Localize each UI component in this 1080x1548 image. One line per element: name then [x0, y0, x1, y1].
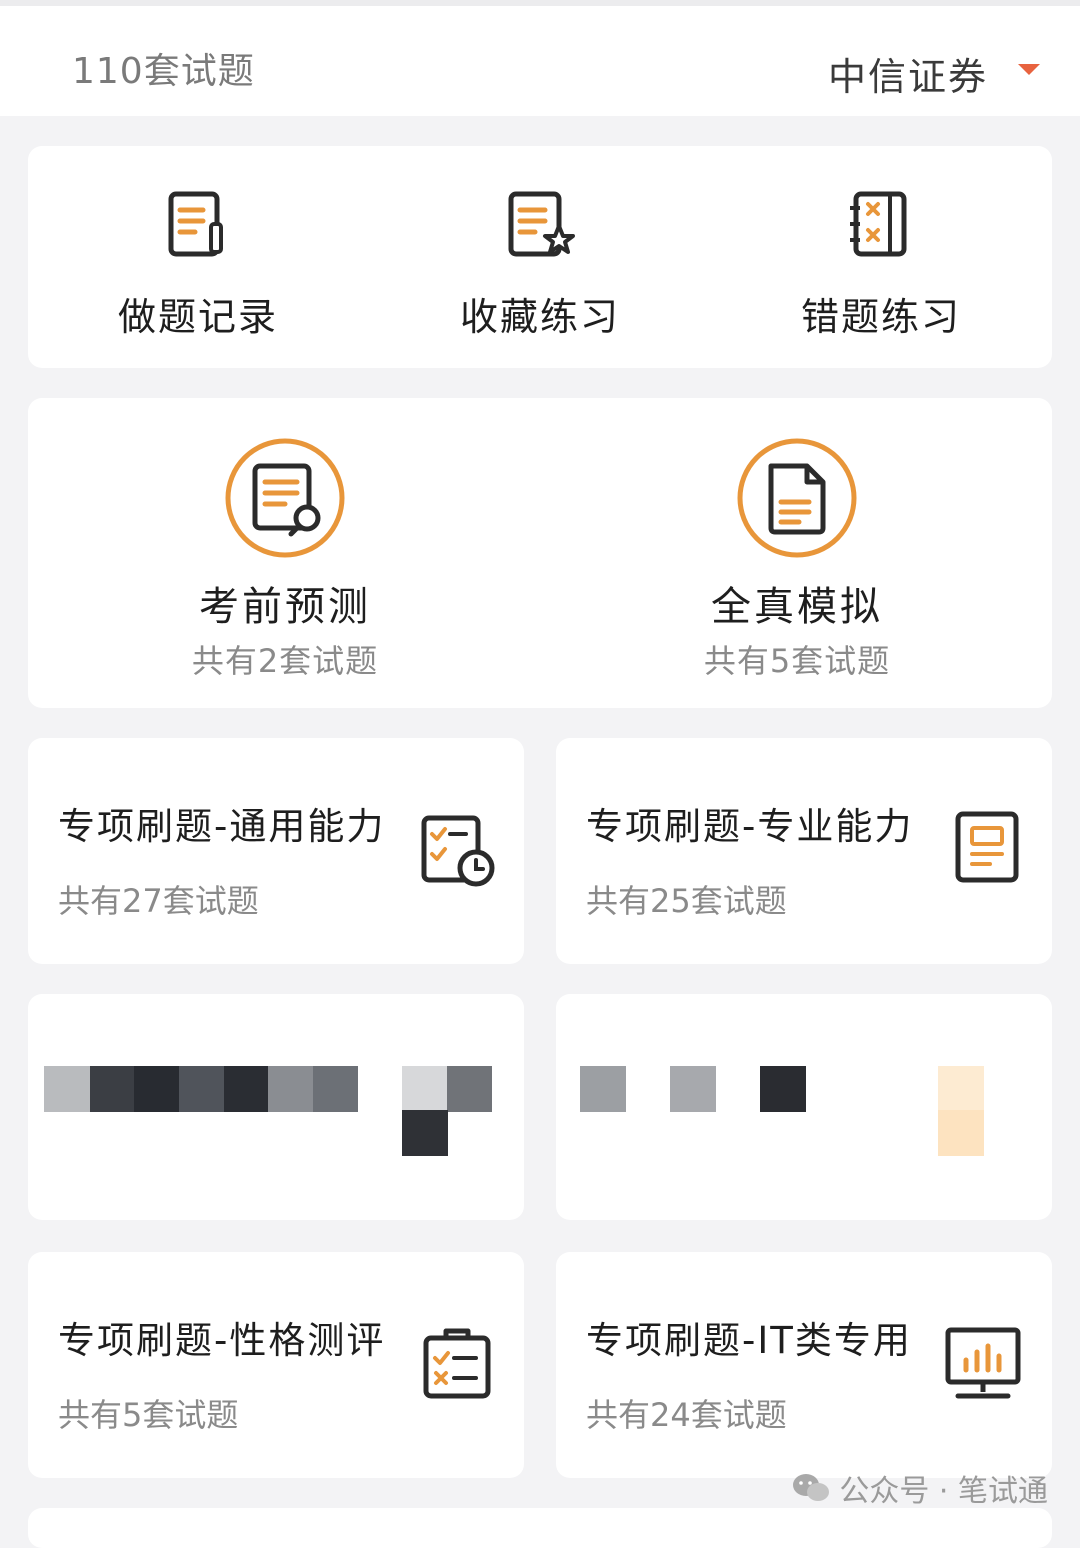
- tile-count: 共有27套试题: [58, 882, 259, 920]
- tile-general-ability[interactable]: 专项刷题-通用能力 共有27套试题: [28, 738, 524, 964]
- featured-count: 共有2套试题: [191, 642, 379, 680]
- tile-title: 专项刷题-性格测评: [58, 1319, 386, 1362]
- mosaic-block: [90, 1066, 136, 1112]
- next-card-peek: [28, 1508, 1052, 1548]
- tile-professional-ability[interactable]: 专项刷题-专业能力 共有25套试题: [556, 738, 1052, 964]
- watermark: 公众号 · 笔试通: [791, 1466, 1048, 1510]
- obscured-tile-left[interactable]: [28, 994, 524, 1220]
- tile-count: 共有25套试题: [586, 882, 787, 920]
- mosaic-block: [313, 1066, 358, 1112]
- dropdown-caret-icon[interactable]: [1018, 64, 1040, 75]
- tile-title: 专项刷题-专业能力: [586, 805, 914, 848]
- search-document-icon: [225, 438, 345, 558]
- mosaic-block: [134, 1066, 180, 1112]
- watermark-text: 公众号 · 笔试通: [839, 1474, 1048, 1509]
- favorite-icon: [508, 191, 575, 257]
- mosaic-block: [224, 1066, 270, 1112]
- featured-label: 考前预测: [199, 584, 371, 630]
- tool-label: 收藏练习: [459, 295, 620, 339]
- wrong-questions-icon: [850, 191, 907, 257]
- tile-title: 专项刷题-通用能力: [58, 805, 386, 848]
- clipboard-check-icon: [423, 1328, 491, 1399]
- featured-label: 全真模拟: [711, 584, 883, 630]
- mosaic-block: [447, 1066, 492, 1112]
- tools-card: 做题记录 收藏练习 错题练习: [28, 146, 1052, 368]
- top-bar: 110套试题 中信证券: [0, 0, 1080, 116]
- tile-personality-test[interactable]: 专项刷题-性格测评 共有5套试题: [28, 1252, 524, 1478]
- mosaic-block: [402, 1066, 448, 1112]
- tool-label: 错题练习: [800, 295, 961, 339]
- checklist-clock-icon: [421, 815, 495, 887]
- mosaic-block: [670, 1066, 716, 1112]
- mosaic-block: [938, 1110, 984, 1156]
- record-icon: [168, 191, 223, 257]
- featured-card: 考前预测 共有2套试题 全真模拟 共有5套试题: [28, 398, 1052, 708]
- tile-count: 共有24套试题: [586, 1396, 787, 1434]
- tool-label: 做题记录: [117, 295, 278, 339]
- mosaic-block: [268, 1066, 314, 1112]
- tile-count: 共有5套试题: [58, 1396, 239, 1434]
- tile-it-specific[interactable]: 专项刷题-IT类专用 共有24套试题: [556, 1252, 1052, 1478]
- mosaic-block: [179, 1066, 225, 1112]
- set-count: 110套试题: [72, 51, 255, 92]
- tile-title: 专项刷题-IT类专用: [586, 1319, 912, 1362]
- mosaic-block: [760, 1066, 806, 1112]
- company-selector[interactable]: 中信证券: [828, 46, 988, 101]
- mosaic-block: [580, 1066, 626, 1112]
- mosaic-block: [938, 1066, 984, 1112]
- document-icon: [737, 438, 857, 558]
- monitor-chart-icon: [945, 1327, 1021, 1399]
- featured-count: 共有5套试题: [703, 642, 891, 680]
- obscured-tile-right[interactable]: [556, 994, 1052, 1220]
- wechat-icon: [793, 1474, 830, 1501]
- mosaic-block: [402, 1110, 448, 1156]
- book-icon: [955, 811, 1019, 883]
- mosaic-block: [44, 1066, 90, 1112]
